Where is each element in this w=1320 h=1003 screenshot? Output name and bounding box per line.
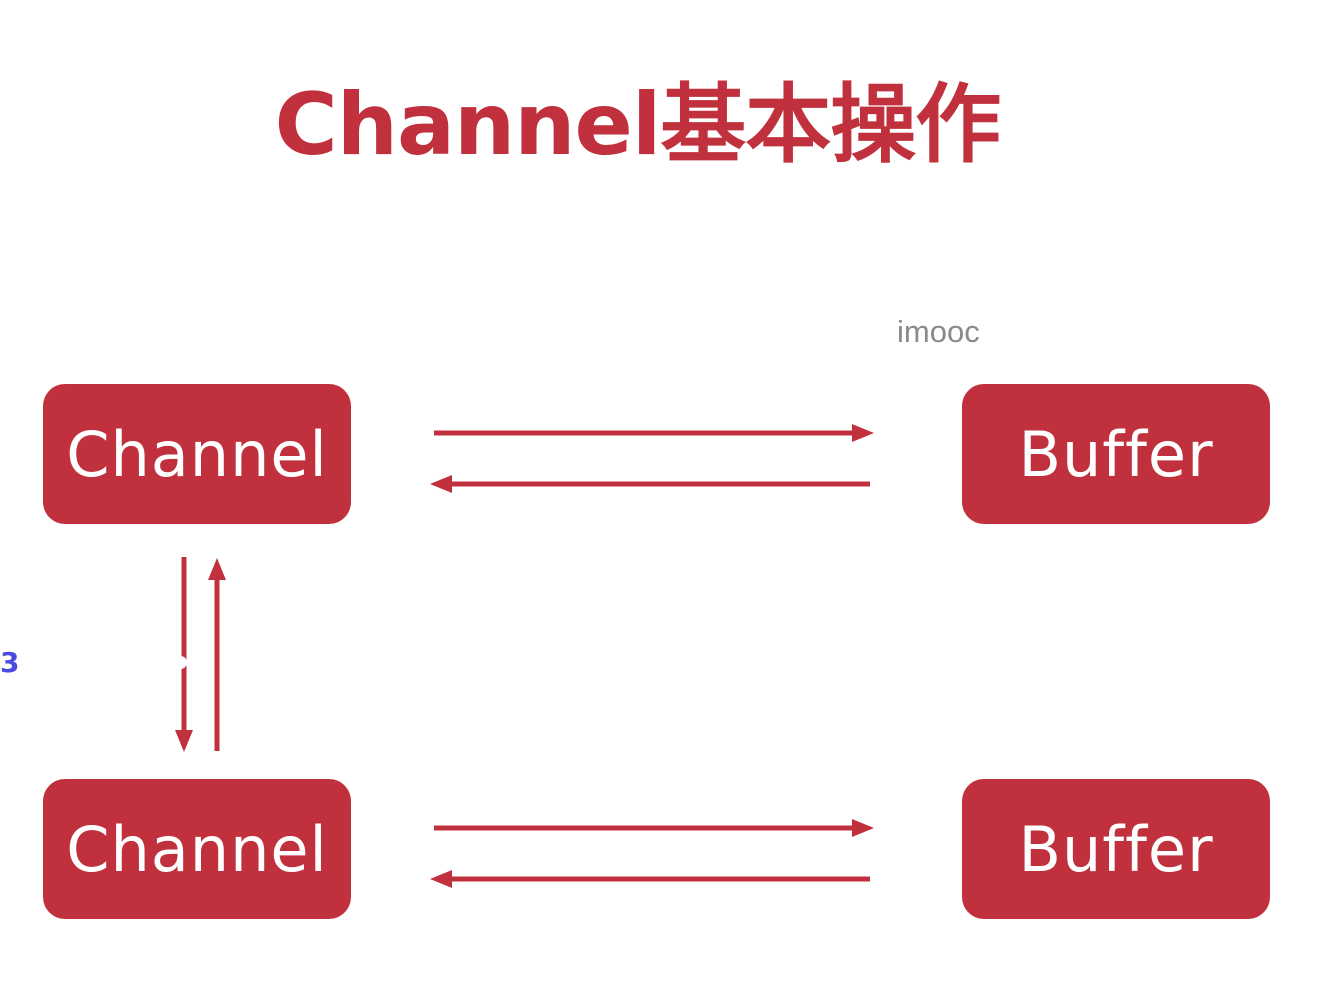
arrow-channel-to-buffer-bottom <box>434 819 874 837</box>
watermark-text: imooc <box>897 314 980 349</box>
arrow-buffer-to-channel-top <box>430 475 870 493</box>
arrow-channel-down <box>175 557 193 752</box>
buffer-node-bottom: Buffer <box>962 779 1270 919</box>
page-title: Channel基本操作 <box>274 75 1002 175</box>
channel-node-top-label: Channel <box>66 417 328 491</box>
channel-node-bottom-label: Channel <box>66 812 328 886</box>
channel-node-bottom: Channel <box>43 779 351 919</box>
arrow-channel-to-buffer-top <box>434 424 874 442</box>
channel-node-top: Channel <box>43 384 351 524</box>
arrow-channel-up <box>208 558 226 751</box>
buffer-node-top-label: Buffer <box>1018 417 1214 491</box>
buffer-node-top: Buffer <box>962 384 1270 524</box>
edge-label: 3 <box>0 646 20 679</box>
arrow-buffer-to-channel-bottom <box>430 870 870 888</box>
buffer-node-bottom-label: Buffer <box>1018 812 1214 886</box>
connector-handle[interactable] <box>174 656 187 669</box>
